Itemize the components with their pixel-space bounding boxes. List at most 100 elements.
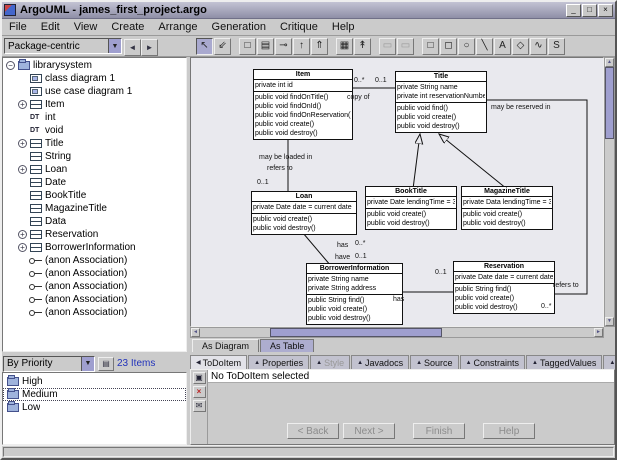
resolve-item-icon[interactable]: × [193,386,206,398]
uml-class-magazinetitle[interactable]: MagazineTitleprivate Data lendingTime = … [461,186,553,230]
expand-icon[interactable]: + [18,230,27,239]
edge-label[interactable]: has [393,296,404,304]
realization-tool[interactable]: ⇑ [311,38,328,55]
tree-item-anon-association[interactable]: (anon Association) [3,280,186,293]
uml-class-loan[interactable]: Loanprivate Date date = current datepubl… [251,191,357,235]
next-perspective-button[interactable]: ► [141,39,158,56]
maximize-button[interactable]: □ [582,4,597,17]
class-tool[interactable]: ▤ [257,38,274,55]
todo-item-high[interactable]: High [3,375,186,388]
tree-item-booktitle[interactable]: BookTitle [3,189,186,202]
generalization-tool[interactable]: ↑ [293,38,310,55]
expand-icon[interactable]: + [18,165,27,174]
menu-generation[interactable]: Generation [205,20,273,34]
edge-label[interactable]: copy of [347,94,370,102]
scroll-left-button[interactable]: ◄ [191,328,200,337]
package-tool[interactable]: □ [239,38,256,55]
menu-file[interactable]: File [2,20,34,34]
tab-style[interactable]: ▲Style [310,355,350,369]
tree-item-date[interactable]: Date [3,176,186,189]
circle-tool[interactable]: ○ [458,38,475,55]
tree-item-anon-association[interactable]: (anon Association) [3,254,186,267]
select-tool[interactable]: ↖ [196,38,213,55]
new-todo-icon[interactable]: ▣ [193,372,206,384]
tree-item-title[interactable]: +Title [3,137,186,150]
tab-as-diagram[interactable]: As Diagram [192,339,259,352]
tab-taggedvalues[interactable]: ▲TaggedValues [526,355,602,369]
tree-item-void[interactable]: DTvoid [3,124,186,137]
uml-class-reservation[interactable]: Reservationprivate Date date = current d… [453,261,555,314]
spline-tool[interactable]: ∿ [530,38,547,55]
edge-label[interactable]: 0..* [354,77,365,85]
navigable-association-tool[interactable]: ↟ [354,38,371,55]
rectangle-tool[interactable]: □ [422,38,439,55]
tree-item-loan[interactable]: +Loan [3,163,186,176]
todo-item-low[interactable]: Low [3,401,186,414]
tree-item-magazinetitle[interactable]: MagazineTitle [3,202,186,215]
ink-tool[interactable]: S [548,38,565,55]
todo-perspective-combo[interactable]: By Priority ▼ [3,356,95,372]
collapse-icon[interactable]: − [6,61,15,70]
scroll-down-button[interactable]: ▼ [605,317,614,326]
tab-javadocs[interactable]: ▲Javadocs [351,355,409,369]
tree-item-anon-association[interactable]: (anon Association) [3,306,186,319]
next-button[interactable]: Next > [343,423,395,439]
tree-item-string[interactable]: String [3,150,186,163]
minimize-button[interactable]: _ [566,4,581,17]
tree-item-class-diagram-1[interactable]: class diagram 1 [3,72,186,85]
tab-constraints[interactable]: ▲Constraints [460,355,525,369]
edge-label[interactable]: refers to [267,165,293,173]
tree-item-anon-association[interactable]: (anon Association) [3,293,186,306]
tab-as-table[interactable]: As Table [260,339,314,352]
diagram-canvas[interactable]: Itemprivate int idpublic void findOnTitl… [190,57,604,327]
scroll-up-button[interactable]: ▲ [605,58,614,67]
tab-source[interactable]: ▲Source [410,355,458,369]
chevron-down-icon[interactable]: ▼ [108,39,121,53]
menu-view[interactable]: View [67,20,105,34]
horizontal-scroll-thumb[interactable] [270,328,442,337]
edge-label[interactable]: 0..1 [375,77,387,85]
uml-class-item[interactable]: Itemprivate int idpublic void findOnTitl… [253,69,353,140]
menu-create[interactable]: Create [104,20,151,34]
tab-todoitem[interactable]: ◀ToDoItem [190,355,247,369]
email-expert-icon[interactable]: ✉ [193,400,206,412]
vertical-scrollbar[interactable]: ▲ ▼ [604,57,615,327]
uml-class-borrowerinformation[interactable]: BorrowerInformationprivate String namepr… [306,263,403,325]
tree-item-librarysystem[interactable]: −librarysystem [3,59,186,72]
edge-label[interactable]: 0..* [541,303,552,311]
edge-label[interactable]: 0..* [355,240,366,248]
association-tool[interactable]: ⊸ [275,38,292,55]
operation-tool[interactable]: ▭ [397,38,414,55]
menu-arrange[interactable]: Arrange [151,20,204,34]
tab-properties[interactable]: ▲Properties [248,355,309,369]
uml-class-booktitle[interactable]: BookTitleprivate Date lendingTime = 30pu… [365,186,457,230]
uml-class-title[interactable]: Titleprivate String nameprivate int rese… [395,71,487,133]
tab-checklist[interactable]: ▲Checklist [603,355,615,369]
scroll-right-button[interactable]: ► [594,328,603,337]
close-button[interactable]: × [598,4,613,17]
edge-label[interactable]: have [335,254,350,262]
attribute-tool[interactable]: ▭ [379,38,396,55]
tree-item-reservation[interactable]: +Reservation [3,228,186,241]
menu-critique[interactable]: Critique [273,20,325,34]
tree-item-item[interactable]: +Item [3,98,186,111]
text-tool[interactable]: A [494,38,511,55]
expand-icon[interactable]: + [18,243,27,252]
edge-label[interactable]: 0..1 [435,269,447,277]
edge-label[interactable]: 0..1 [355,253,367,261]
line-tool[interactable]: ╲ [476,38,493,55]
vertical-scroll-thumb[interactable] [605,67,614,139]
menu-help[interactable]: Help [325,20,362,34]
title-bar[interactable]: ArgoUML - james_first_project.argo _ □ × [2,2,615,19]
polygon-tool[interactable]: ◇ [512,38,529,55]
prev-perspective-button[interactable]: ◄ [124,39,141,56]
finish-button[interactable]: Finish [413,423,465,439]
tree-item-borrowerinformation[interactable]: +BorrowerInformation [3,241,186,254]
tree-item-use-case-diagram-1[interactable]: use case diagram 1 [3,85,186,98]
tree-item-data[interactable]: Data [3,215,186,228]
edge-label[interactable]: has [337,242,348,250]
edge-label[interactable]: may be reserved in [491,104,551,112]
expand-icon[interactable]: + [18,139,27,148]
rounded-rectangle-tool[interactable]: ◻ [440,38,457,55]
back-button[interactable]: < Back [287,423,339,439]
